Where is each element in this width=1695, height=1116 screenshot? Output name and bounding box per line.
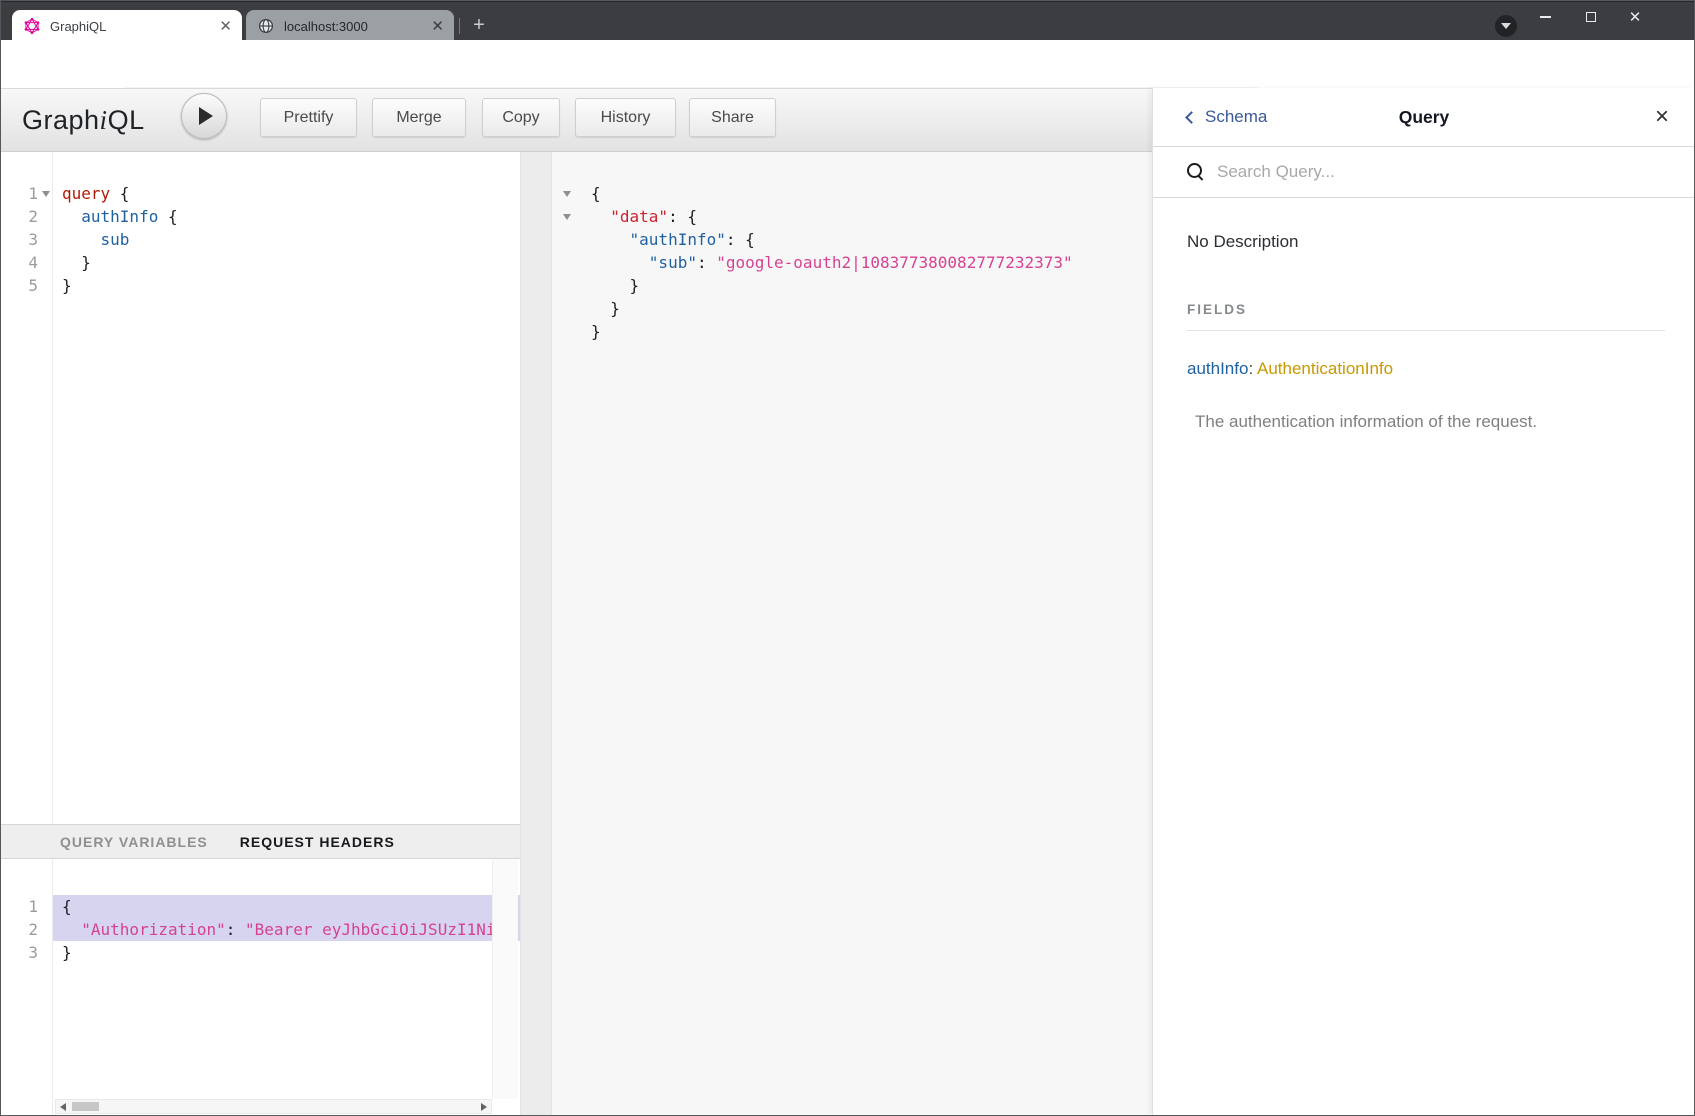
browser-address-bar: ← → localhost:3000 UO P xyxy=(0,40,1695,88)
code-line: 3} xyxy=(0,941,520,964)
tab-title: GraphiQL xyxy=(50,19,219,34)
query-editor[interactable]: 1query {2 authInfo {3 sub4 }5} xyxy=(0,152,520,824)
toolbar-button-history[interactable]: History xyxy=(575,98,676,137)
browser-tab-strip: GraphiQL ✕ localhost:3000 ✕ + ✕ xyxy=(0,0,1695,40)
window-minimize-button[interactable] xyxy=(1528,2,1562,32)
tab-request-headers[interactable]: REQUEST HEADERS xyxy=(240,834,395,850)
field-description: The authentication information of the re… xyxy=(1195,412,1665,432)
play-icon xyxy=(199,107,213,125)
scroll-left-icon[interactable] xyxy=(60,1103,66,1111)
code-line: } xyxy=(552,274,1152,297)
result-pane: { "data": { "authInfo": { "sub": "google… xyxy=(552,152,1152,1116)
fold-arrow-icon[interactable] xyxy=(563,191,571,197)
request-headers-editor[interactable]: 1{2 "Authorization": "Bearer eyJhbGciOiJ… xyxy=(0,859,520,1116)
field-name-link[interactable]: authInfo xyxy=(1187,359,1248,378)
tab-separator xyxy=(459,18,460,34)
doc-no-description: No Description xyxy=(1187,232,1665,252)
search-icon xyxy=(1187,163,1205,181)
toolbar-button-prettify[interactable]: Prettify xyxy=(260,98,357,137)
code-line: "authInfo": { xyxy=(552,228,1152,251)
doc-explorer-header: Schema Query × xyxy=(1153,88,1695,147)
tab-close-icon[interactable]: ✕ xyxy=(219,19,232,34)
code-line: 4 } xyxy=(0,251,520,274)
doc-search-row xyxy=(1153,147,1695,198)
tab-localhost[interactable]: localhost:3000 ✕ xyxy=(246,10,454,42)
horizontal-scrollbar[interactable] xyxy=(55,1099,492,1114)
code-line: } xyxy=(552,297,1152,320)
result-viewer[interactable]: { "data": { "authInfo": { "sub": "google… xyxy=(552,152,1152,1116)
code-line: 3 sub xyxy=(0,228,520,251)
new-tab-button[interactable]: + xyxy=(466,13,492,39)
tab-close-icon[interactable]: ✕ xyxy=(431,19,444,34)
code-line: 1{ xyxy=(0,895,520,918)
doc-body: No Description FIELDS authInfo: Authenti… xyxy=(1153,198,1695,432)
secondary-editor-tabs: QUERY VARIABLES REQUEST HEADERS xyxy=(0,824,520,859)
graphiql-logo: GraphiQL xyxy=(22,105,145,136)
graphiql-toolbar: GraphiQL Prettify Merge Copy History Share xyxy=(0,88,1152,152)
globe-icon xyxy=(258,18,274,34)
toolbar-button-copy[interactable]: Copy xyxy=(482,98,560,137)
chevron-down-icon xyxy=(1501,23,1511,29)
tab-search-button[interactable] xyxy=(1495,15,1517,37)
doc-fields-label: FIELDS xyxy=(1187,302,1665,317)
code-line: "sub": "google-oauth2|108377380082777232… xyxy=(552,251,1152,274)
pane-resize-divider[interactable] xyxy=(520,152,552,1116)
doc-search-input[interactable] xyxy=(1217,162,1598,182)
window-close-button[interactable]: ✕ xyxy=(1618,2,1652,32)
query-editor-pane: 1query {2 authInfo {3 sub4 }5} QUERY VAR… xyxy=(0,152,520,1116)
doc-explorer-panel: Schema Query × No Description FIELDS aut… xyxy=(1152,88,1695,1116)
chevron-left-icon xyxy=(1185,111,1198,124)
toolbar-button-merge[interactable]: Merge xyxy=(372,98,466,137)
doc-back-link[interactable]: Schema xyxy=(1187,107,1267,127)
tab-title: localhost:3000 xyxy=(284,19,431,34)
divider xyxy=(1187,330,1665,331)
code-line: { xyxy=(552,182,1152,205)
fold-arrow-icon[interactable] xyxy=(42,191,50,197)
doc-field-row: authInfo: AuthenticationInfo xyxy=(1187,359,1665,379)
code-line: } xyxy=(552,320,1152,343)
type-name-link[interactable]: AuthenticationInfo xyxy=(1257,359,1393,378)
execute-query-button[interactable] xyxy=(181,93,227,139)
toolbar-button-share[interactable]: Share xyxy=(689,98,776,137)
window-maximize-button[interactable] xyxy=(1574,2,1608,32)
code-line: "data": { xyxy=(552,205,1152,228)
graphql-logo-icon xyxy=(24,18,40,34)
doc-close-icon[interactable]: × xyxy=(1655,105,1669,129)
code-line: 5} xyxy=(0,274,520,297)
code-line: 2 "Authorization": "Bearer eyJhbGciOiJSU… xyxy=(0,918,520,941)
code-line: 1query { xyxy=(0,182,520,205)
tab-query-variables[interactable]: QUERY VARIABLES xyxy=(60,834,208,850)
fold-arrow-icon[interactable] xyxy=(563,214,571,220)
vertical-scrollbar[interactable] xyxy=(492,859,518,1099)
scrollbar-thumb[interactable] xyxy=(72,1102,99,1111)
code-line: 2 authInfo { xyxy=(0,205,520,228)
tab-graphiql[interactable]: GraphiQL ✕ xyxy=(12,10,242,42)
scroll-right-icon[interactable] xyxy=(481,1103,487,1111)
